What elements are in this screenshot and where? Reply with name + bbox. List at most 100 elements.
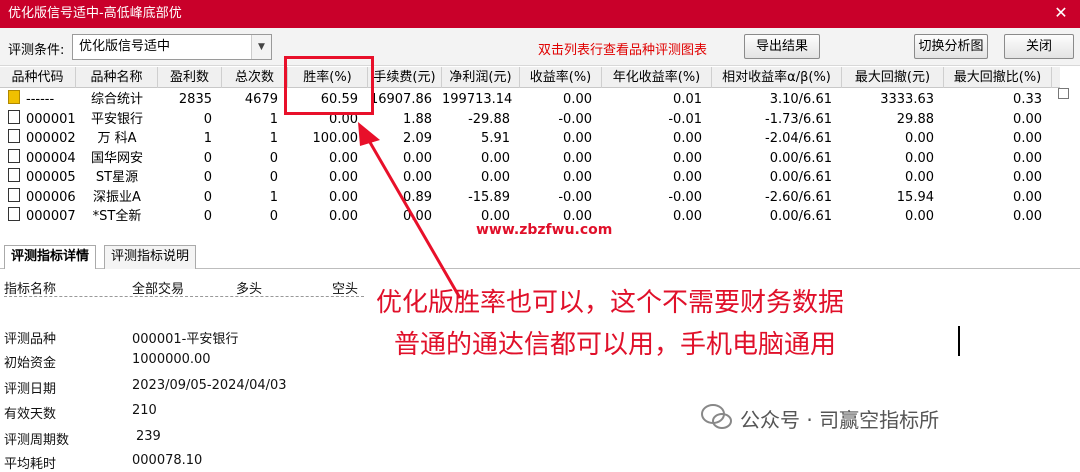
table-cell: 1 xyxy=(203,131,212,146)
table-cell: 1 xyxy=(269,189,278,205)
hint-text: 双击列表行查看品种评测图表 xyxy=(538,43,708,58)
table-cell: 0.00 xyxy=(563,131,592,146)
table-cell: 0.00 xyxy=(329,170,358,185)
detail-label: 有效天数 xyxy=(4,407,57,422)
column-header[interactable]: 手续费(元) xyxy=(368,67,442,88)
table-cell: 0.00 xyxy=(1013,209,1042,224)
detail-label: 初始资金 xyxy=(4,356,57,371)
column-header[interactable]: 年化收益率(%) xyxy=(602,67,712,88)
switch-chart-button[interactable]: 切换分析图 xyxy=(914,34,988,59)
table-cell: 0.00 xyxy=(1013,150,1042,166)
table-cell: 0.00/6.61 xyxy=(769,170,832,185)
table-row[interactable]: ------ 综合统计 2835 4679 60.59 16907.86 199713.14… xyxy=(0,90,1060,110)
table-cell: ------ xyxy=(26,92,55,107)
watermark: www.zbzfwu.com xyxy=(476,222,613,238)
scrollbar-box[interactable] xyxy=(1058,88,1069,99)
chevron-down-icon[interactable]: ▼ xyxy=(251,35,271,59)
table-row[interactable]: 000001 平安银行 0 1 0.00 1.88 -29.88 -0.00 -0.01 -1.7… xyxy=(0,109,1060,130)
table-cell: 0.00 xyxy=(563,92,592,107)
detail-value: 239 xyxy=(136,429,161,444)
table-cell: 0.00 xyxy=(905,131,934,146)
criteria-select[interactable]: 优化版信号适中 ▼ xyxy=(72,34,272,60)
table-cell: 199713.14 xyxy=(442,92,513,107)
table-cell: -2.60/6.61 xyxy=(765,189,832,205)
detail-label: 评测日期 xyxy=(4,382,57,397)
column-header[interactable]: 品种名称 xyxy=(76,67,158,88)
wechat-icon xyxy=(701,404,732,429)
table-cell: 1 xyxy=(269,131,278,146)
table-cell: *ST全新 xyxy=(92,209,142,224)
divider xyxy=(4,296,364,297)
table-cell: 15.94 xyxy=(896,189,934,205)
detail-value: 000078.10 xyxy=(132,453,203,468)
wechat-caption: 公众号 · 司赢空指标所 xyxy=(740,408,940,432)
detail-label: 平均耗时 xyxy=(4,457,57,472)
stock-icon xyxy=(8,168,20,182)
close-button[interactable]: 关闭 xyxy=(1004,34,1074,59)
export-button[interactable]: 导出结果 xyxy=(744,34,820,59)
detail-value: 210 xyxy=(132,403,157,418)
table-cell: -0.01 xyxy=(668,111,702,127)
table-cell: 平安银行 xyxy=(90,111,143,127)
table-cell: 0.00 xyxy=(329,209,358,224)
detail-value: 2023/09/05-2024/04/03 xyxy=(132,378,287,393)
table-row[interactable]: 000004 国华网安 0 0 0.00 0.00 0.00 0.00 0.00 0.00/6.6… xyxy=(0,148,1060,169)
toolbar: 评测条件: 优化版信号适中 ▼ 双击列表行查看品种评测图表 导出结果 切换分析图… xyxy=(0,28,1080,66)
table-row[interactable]: 000002 万 科A 1 1 100.00 2.09 5.91 0.00 0.00 -2.04/… xyxy=(0,129,1060,149)
table-cell: 0.00 xyxy=(673,150,702,166)
table-cell: 0.00 xyxy=(329,150,358,166)
detail-header: 多头 xyxy=(236,282,263,297)
table-cell: 0.00 xyxy=(1013,170,1042,185)
column-header[interactable]: 相对收益率α/β(%) xyxy=(712,67,842,88)
stock-icon xyxy=(8,148,20,163)
annotation-line-1: 优化版胜率也可以，这个不需要财务数据 xyxy=(376,288,845,318)
column-header[interactable]: 收益率(%) xyxy=(520,67,602,88)
table-row[interactable]: 000006 深振业A 0 1 0.00 0.89 -15.89 -0.00 -0.00 -2.6… xyxy=(0,187,1060,208)
table-cell: -2.04/6.61 xyxy=(765,131,832,146)
table-cell: 0.00 xyxy=(905,209,934,224)
table-cell: 100.00 xyxy=(312,131,359,146)
table-cell: 000004 xyxy=(26,150,76,166)
table-cell: 16907.86 xyxy=(369,92,432,107)
table-cell: 0.00 xyxy=(905,150,934,166)
table-cell: 3333.63 xyxy=(880,92,934,107)
column-header[interactable]: 最大回撤(元) xyxy=(842,67,944,88)
tab-explanation[interactable]: 评测指标说明 xyxy=(104,245,197,269)
table-cell: 0.00 xyxy=(563,150,592,166)
table-cell: 0 xyxy=(203,189,212,205)
table-cell: 0 xyxy=(203,209,212,224)
table-cell: -0.00 xyxy=(668,189,702,205)
close-window-icon[interactable]: ✕ xyxy=(1050,0,1072,26)
table-cell: 0 xyxy=(269,170,278,185)
column-header[interactable]: 盈利数 xyxy=(158,67,222,88)
table-cell: -0.00 xyxy=(558,189,592,205)
table-cell: -1.73/6.61 xyxy=(765,111,832,127)
column-header[interactable]: 最大回撤比(%) xyxy=(944,67,1052,88)
table-cell: 0 xyxy=(269,209,278,224)
table-cell: 0.33 xyxy=(1013,92,1042,107)
column-header[interactable]: 总次数 xyxy=(222,67,288,88)
table-cell: 29.88 xyxy=(896,111,934,127)
table-cell: -0.00 xyxy=(558,111,592,127)
tab-details[interactable]: 评测指标详情 xyxy=(4,245,97,269)
table-cell: 0.00 xyxy=(1013,131,1042,146)
table-cell: 0.00 xyxy=(673,170,702,185)
arrow-icon xyxy=(358,122,462,299)
stock-icon xyxy=(8,207,20,221)
table-cell: 0.00 xyxy=(1013,111,1042,127)
window-title: 优化版信号适中-高低峰底部优 xyxy=(8,6,182,21)
detail-label: 评测周期数 xyxy=(4,433,70,448)
table-cell: 000001 xyxy=(26,111,76,127)
table-cell: 4679 xyxy=(244,92,278,107)
column-header[interactable]: 净利润(元) xyxy=(442,67,520,88)
column-header[interactable]: 品种代码 xyxy=(0,67,76,88)
table-header: 品种代码 品种名称 盈利数 总次数 胜率(%) 手续费(元) 净利润(元) 收益率(%) 年化收… xyxy=(0,67,1060,88)
criteria-label: 评测条件: xyxy=(8,43,65,58)
table-cell: 综合统计 xyxy=(90,92,143,107)
table-cell: 1 xyxy=(269,111,278,127)
table-cell: 2835 xyxy=(178,92,212,107)
results-table: 品种代码 品种名称 盈利数 总次数 胜率(%) 手续费(元) 净利润(元) 收益率(%) 年化收… xyxy=(0,67,1060,237)
stock-icon xyxy=(8,129,20,143)
table-row[interactable]: 000005 ST星源 0 0 0.00 0.00 0.00 0.00 0.00 0.00/6.6… xyxy=(0,168,1060,188)
detail-header: 指标名称 xyxy=(4,282,57,297)
